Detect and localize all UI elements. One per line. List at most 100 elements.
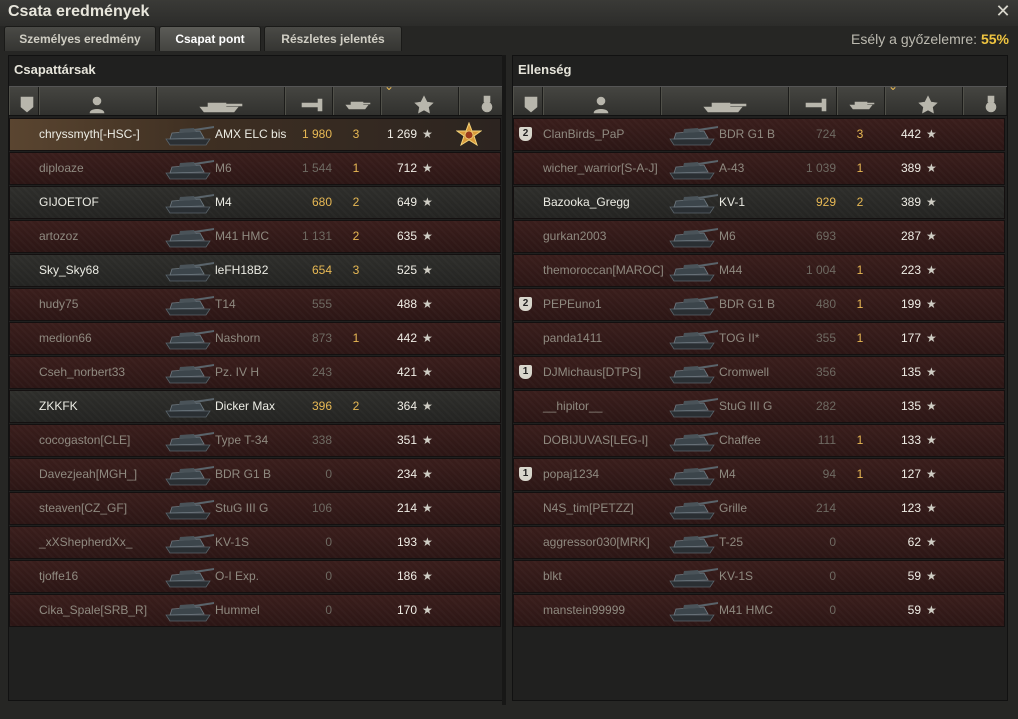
kills-value: 3 bbox=[352, 127, 360, 141]
tab-detailed-report[interactable]: Részletes jelentés bbox=[264, 26, 402, 51]
allies-table-row[interactable]: artozoz M41 HMC 1 131 2 635 ★ bbox=[9, 220, 501, 253]
allies-table-row[interactable]: ZKKFK Dicker Max 396 2 364 ★ bbox=[9, 390, 501, 423]
allies-column-tank-icon[interactable] bbox=[157, 87, 285, 115]
tab-team-score[interactable]: Csapat pont bbox=[159, 26, 261, 51]
allies-table-row[interactable]: steaven[CZ_GF] StuG III G 106 214 ★ bbox=[9, 492, 501, 525]
damage-value: 693 bbox=[815, 229, 836, 243]
vehicle-name: BDR G1 B bbox=[215, 467, 272, 481]
tank-icon bbox=[669, 568, 718, 588]
player-name: GIJOETOF bbox=[39, 195, 99, 209]
enemies-table-row[interactable]: blkt KV-1S 0 59 ★ bbox=[513, 560, 1005, 593]
points-value: 389 bbox=[900, 195, 921, 209]
allies-column-medal-icon[interactable] bbox=[459, 87, 503, 115]
points-value: 712 bbox=[396, 161, 417, 175]
allies-table-row[interactable]: medion66 Nashorn 873 1 442 ★ bbox=[9, 322, 501, 355]
kills-value: 3 bbox=[352, 263, 360, 277]
enemies-table-row[interactable]: 2 ClanBirds_PaP BDR G1 B 724 3 442 ★ bbox=[513, 118, 1005, 151]
close-icon[interactable]: ✕ bbox=[994, 1, 1012, 21]
enemies-table-row[interactable]: 2 PEPEuno1 BDR G1 B 480 1 199 ★ bbox=[513, 288, 1005, 321]
enemies-table-row[interactable]: 1 DJMichaus[DTPS] Cromwell 356 135 ★ bbox=[513, 356, 1005, 389]
tank-icon bbox=[165, 432, 214, 452]
medal-icon bbox=[985, 95, 997, 113]
enemies-table-row[interactable]: 1 popaj1234 M4 94 1 127 ★ bbox=[513, 458, 1005, 491]
enemies-column-player-icon[interactable] bbox=[543, 87, 661, 115]
allies-column-star-icon[interactable]: ⌄ bbox=[381, 79, 459, 115]
enemies-table-row[interactable]: aggressor030[MRK] T-25 0 62 ★ bbox=[513, 526, 1005, 559]
vehicle-name: T14 bbox=[215, 297, 236, 311]
tank-icon bbox=[669, 432, 718, 452]
enemies-table-row[interactable]: DOBIJUVAS[LEG-I] Chaffee 111 1 133 ★ bbox=[513, 424, 1005, 457]
allies-table-row[interactable]: Cika_Spale[SRB_R] Hummel 0 170 ★ bbox=[9, 594, 501, 627]
vehicle-name: StuG III G bbox=[215, 501, 269, 515]
points-value: 135 bbox=[900, 399, 921, 413]
enemies-column-tank-icon[interactable] bbox=[661, 87, 789, 115]
tank-icon bbox=[669, 262, 718, 282]
divider bbox=[502, 55, 506, 705]
enemies-title: Ellenség bbox=[518, 62, 572, 77]
player-name: Bazooka_Gregg bbox=[543, 195, 630, 209]
allies-table-row[interactable]: diploaze M6 1 544 1 712 ★ bbox=[9, 152, 501, 185]
damage-value: 480 bbox=[815, 297, 836, 311]
enemies-table-row[interactable]: panda1411 TOG II* 355 1 177 ★ bbox=[513, 322, 1005, 355]
star-icon: ★ bbox=[422, 331, 433, 345]
enemies-table-row[interactable]: __hipitor__ StuG III G 282 135 ★ bbox=[513, 390, 1005, 423]
enemies-table-row[interactable]: Bazooka_Gregg KV-1 929 2 389 ★ bbox=[513, 186, 1005, 219]
allies-column-damage-icon[interactable] bbox=[285, 87, 333, 115]
tab-personal[interactable]: Személyes eredmény bbox=[4, 26, 156, 51]
vehicle-name: KV-1 bbox=[719, 195, 746, 209]
allies-table-row[interactable]: Cseh_norbert33 Pz. IV H 243 421 ★ bbox=[9, 356, 501, 389]
enemies-table-row[interactable]: themoroccan[MAROC] M44 1 004 1 223 ★ bbox=[513, 254, 1005, 287]
vehicle-name: Grille bbox=[719, 501, 748, 515]
enemies-column-kills-icon[interactable] bbox=[837, 87, 885, 115]
allies-table-row[interactable]: _xXShepherdXx_ KV-1S 0 193 ★ bbox=[9, 526, 501, 559]
damage-value: 1 039 bbox=[805, 161, 836, 175]
tank-icon bbox=[165, 160, 214, 180]
title-bar: Csata eredmények ✕ bbox=[0, 0, 1018, 26]
points-value: 123 bbox=[900, 501, 921, 515]
allies-table-row[interactable]: Sky_Sky68 leFH18B2 654 3 525 ★ bbox=[9, 254, 501, 287]
vehicle-name: O-I Exp. bbox=[215, 569, 260, 583]
vehicle-name: M44 bbox=[719, 263, 743, 277]
player-icon bbox=[593, 96, 609, 114]
enemies-column-damage-icon[interactable] bbox=[789, 87, 837, 115]
enemies-column-medal-icon[interactable] bbox=[963, 87, 1007, 115]
enemies-table-row[interactable]: gurkan2003 M6 693 287 ★ bbox=[513, 220, 1005, 253]
points-value: 635 bbox=[396, 229, 417, 243]
enemies-table-row[interactable]: manstein99999 M41 HMC 0 59 ★ bbox=[513, 594, 1005, 627]
allies-title: Csapattársak bbox=[14, 62, 96, 77]
star-icon: ★ bbox=[422, 501, 433, 515]
vehicle-name: KV-1S bbox=[719, 569, 754, 583]
allies-table-row[interactable]: tjoffe16 O-I Exp. 0 186 ★ bbox=[9, 560, 501, 593]
allies-table-row[interactable]: GIJOETOF M4 680 2 649 ★ bbox=[9, 186, 501, 219]
star-icon: ★ bbox=[926, 161, 937, 175]
kills-value: 2 bbox=[352, 229, 360, 243]
points-value: 287 bbox=[900, 229, 921, 243]
allies-column-kills-icon[interactable] bbox=[333, 87, 381, 115]
kills-value: 3 bbox=[856, 127, 864, 141]
enemies-column-squad-icon[interactable] bbox=[513, 87, 543, 115]
points-value: 62 bbox=[907, 535, 921, 549]
player-name: diploaze bbox=[39, 161, 84, 175]
points-value: 649 bbox=[396, 195, 417, 209]
allies-table-row[interactable]: chryssmyth[-HSC-] AMX ELC bis 1 980 3 1 269 ★ bbox=[9, 118, 501, 151]
allies-table-row[interactable]: cocogaston[CLE] Type T-34 338 351 ★ bbox=[9, 424, 501, 457]
tank-icon bbox=[165, 228, 214, 248]
platoon-icon: 1 bbox=[519, 467, 532, 481]
points-value: 170 bbox=[396, 603, 417, 617]
tank-icon bbox=[165, 262, 214, 282]
allies-column-squad-icon[interactable] bbox=[9, 87, 39, 115]
tank-icon bbox=[165, 126, 214, 146]
enemies-table-row[interactable]: wicher_warrior[S-A-J] A-43 1 039 1 389 ★ bbox=[513, 152, 1005, 185]
allies-table-row[interactable]: hudy75 T14 555 488 ★ bbox=[9, 288, 501, 321]
enemies-table-row[interactable]: N4S_tim[PETZZ] Grille 214 123 ★ bbox=[513, 492, 1005, 525]
damage-value: 0 bbox=[325, 569, 332, 583]
tank-icon bbox=[165, 466, 214, 486]
allies-column-player-icon[interactable] bbox=[39, 87, 157, 115]
enemies-column-star-icon[interactable]: ⌄ bbox=[885, 79, 963, 115]
points-value: 1 269 bbox=[386, 127, 417, 141]
allies-table-row[interactable]: Davezjeah[MGH_] BDR G1 B 0 234 ★ bbox=[9, 458, 501, 491]
vehicle-name: TOG II* bbox=[719, 331, 760, 345]
allies-panel: Csapattársak ⌄ chryssmyth[-HSC-] AMX ELC … bbox=[8, 55, 504, 701]
tank-icon bbox=[669, 364, 718, 384]
star-icon: ★ bbox=[422, 399, 433, 413]
